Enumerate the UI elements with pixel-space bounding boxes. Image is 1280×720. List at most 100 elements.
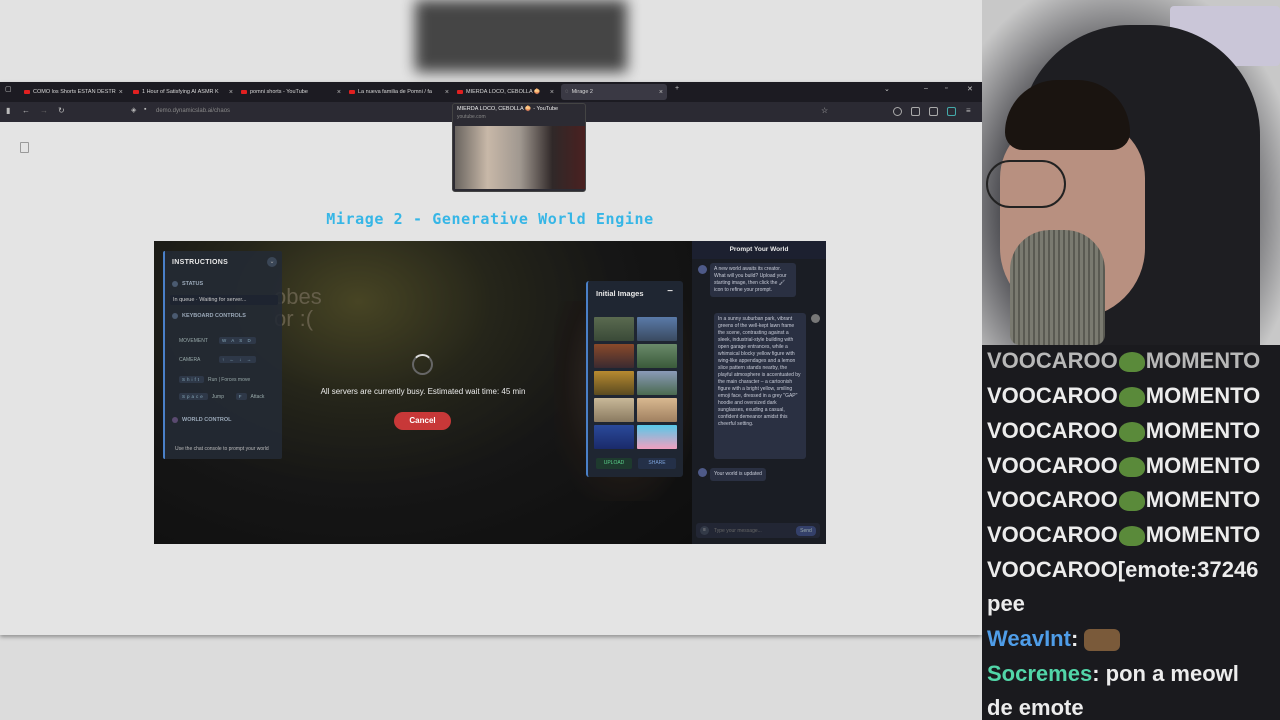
image-thumbnail[interactable] <box>594 425 634 449</box>
image-thumbnail[interactable] <box>594 317 634 341</box>
close-icon[interactable]: × <box>337 89 341 96</box>
youtube-icon <box>241 90 247 94</box>
camera-row: CAMERA ↑ ← ↓ → <box>179 356 257 363</box>
tab-5[interactable]: MIERDA LOCO, CEBOLLA 🧅 × <box>453 84 558 100</box>
image-thumbnail[interactable] <box>637 398 677 422</box>
tab-4[interactable]: La nueva familia de Pomni / fa × <box>345 84 453 100</box>
chat-text: VOOCAROO[emote:37246 <box>987 557 1259 582</box>
chat-text: VOOCAROO <box>987 348 1118 373</box>
game-viewport[interactable]: obes or :( INSTRUCTIONS ⌄ STATUS In queu… <box>154 241 826 544</box>
close-icon[interactable]: × <box>550 89 554 96</box>
image-thumbnail[interactable] <box>637 317 677 341</box>
cancel-button[interactable]: Cancel <box>394 412 451 430</box>
stream-chat: VOOCAROO MOMENTO VOOCAROO MOMENTO VOOCAROO… <box>982 345 1280 720</box>
youtube-icon <box>24 90 30 94</box>
status-value: In queue · Waiting for server... <box>170 295 278 305</box>
share-button[interactable]: SHARE <box>638 458 676 469</box>
collapse-button[interactable]: − <box>667 286 673 297</box>
sidebar-icon[interactable]: ▮ <box>6 106 10 115</box>
addon-icon[interactable] <box>947 107 956 116</box>
new-tab-button[interactable]: + <box>675 85 679 92</box>
tab-title: 1 Hour of Satisfying AI ASMR K <box>142 89 219 95</box>
movement-row: MOVEMENT W A S D <box>179 337 256 344</box>
bot-avatar-icon <box>698 468 707 477</box>
chat-line: VOOCAROO[emote:37246 <box>987 557 1258 583</box>
chat-text: MOMENTO <box>1145 418 1261 443</box>
status-section: STATUS <box>172 281 203 287</box>
chat-username[interactable]: Socremes <box>987 661 1092 686</box>
chat-panel: Prompt Your World A new world awaits its… <box>692 241 826 544</box>
menu-icon[interactable]: ≡ <box>700 526 709 535</box>
maximize-icon[interactable]: ▫ <box>945 85 947 92</box>
world-control-label: WORLD CONTROL <box>182 417 232 423</box>
close-icon[interactable]: × <box>229 89 233 96</box>
back-icon[interactable]: ← <box>22 106 30 115</box>
chat-line: VOOCAROO MOMENTO <box>987 522 1260 548</box>
document-icon[interactable] <box>20 142 29 153</box>
chat-separator: : <box>1092 661 1100 686</box>
tab-title: MIERDA LOCO, CEBOLLA 🧅 <box>466 89 541 95</box>
chat-username[interactable]: WeavInt <box>987 626 1071 651</box>
tab-mirage[interactable]: ◌ Mirage 2 × <box>561 84 667 100</box>
youtube-icon <box>133 90 139 94</box>
close-icon[interactable]: × <box>119 89 123 96</box>
bot-avatar-icon <box>698 265 707 274</box>
tab-list-icon[interactable]: ▢ <box>5 85 12 93</box>
forward-icon[interactable]: → <box>40 106 48 115</box>
youtube-icon <box>349 90 355 94</box>
tooltip-domain: youtube.com <box>457 114 486 120</box>
world-control-section: WORLD CONTROL <box>172 417 232 423</box>
image-thumbnail[interactable] <box>594 371 634 395</box>
movement-keys: W A S D <box>219 337 256 344</box>
close-icon[interactable]: × <box>445 89 449 96</box>
bookmark-star-icon[interactable]: ☆ <box>821 106 828 115</box>
globe-icon: ◌ <box>565 89 569 95</box>
jump-key: Space <box>179 393 208 400</box>
status-label: STATUS <box>182 281 204 287</box>
run-row: Shift Run | Forces move <box>179 376 250 383</box>
camera-label: CAMERA <box>179 356 201 363</box>
emote-icon <box>1084 629 1121 652</box>
reload-icon[interactable]: ↻ <box>58 106 65 115</box>
initial-images-panel: Initial Images − UPLOAD SHARE <box>586 281 683 477</box>
chat-text: MOMENTO <box>1145 383 1261 408</box>
chat-message: In a sunny suburban park, vibrant greens… <box>714 313 806 459</box>
upload-button[interactable]: UPLOAD <box>596 458 632 469</box>
chat-text: VOOCAROO <box>987 418 1118 443</box>
send-button[interactable]: Send <box>796 526 816 536</box>
chat-line: WeavInt: <box>987 626 1121 652</box>
window-close-icon[interactable]: ✕ <box>967 85 973 93</box>
image-thumbnail[interactable] <box>637 344 677 368</box>
tab-overflow-icon[interactable]: ⌄ <box>884 85 890 93</box>
chevron-down-icon[interactable]: ⌄ <box>267 257 277 267</box>
downloads-icon[interactable] <box>929 107 938 116</box>
keyboard-icon <box>172 313 178 319</box>
pepe-emote-icon <box>1118 526 1145 547</box>
image-thumbnail[interactable] <box>637 371 677 395</box>
menu-icon[interactable]: ≡ <box>966 106 971 115</box>
extensions-icon[interactable] <box>911 107 920 116</box>
world-icon <box>172 417 178 423</box>
image-thumbnail[interactable] <box>637 425 677 449</box>
tab-2[interactable]: 1 Hour of Satisfying AI ASMR K × <box>129 84 237 100</box>
chat-separator: : <box>1070 626 1079 651</box>
account-icon[interactable] <box>893 107 902 116</box>
image-thumbnail[interactable] <box>594 344 634 368</box>
close-icon[interactable]: × <box>659 89 663 96</box>
chat-header: Prompt Your World <box>692 241 826 259</box>
chat-input[interactable]: Type your message... <box>714 528 762 534</box>
page-content: Mirage 2 - Generative World Engine obes … <box>0 122 982 635</box>
chat-text: pon a meowl <box>1105 661 1239 686</box>
pepe-emote-icon <box>1118 387 1145 408</box>
tab-3[interactable]: pomni shorts - YouTube × <box>237 84 345 100</box>
image-thumbnail[interactable] <box>594 398 634 422</box>
url-field[interactable]: demo.dynamicslab.ai/chaos <box>156 108 230 114</box>
chat-text: MOMENTO <box>1145 487 1261 512</box>
minimize-icon[interactable]: – <box>924 85 928 92</box>
shield-icon[interactable]: ◈ <box>131 106 136 114</box>
tab-1[interactable]: COMO los Shorts ESTAN DESTR × <box>20 84 124 100</box>
attack-text: Attack <box>250 393 265 400</box>
chat-message: A new world awaits its creator. What wil… <box>710 263 796 297</box>
user-avatar-icon <box>811 314 820 323</box>
jump-attack-row: Space Jump F Attack <box>179 393 264 400</box>
